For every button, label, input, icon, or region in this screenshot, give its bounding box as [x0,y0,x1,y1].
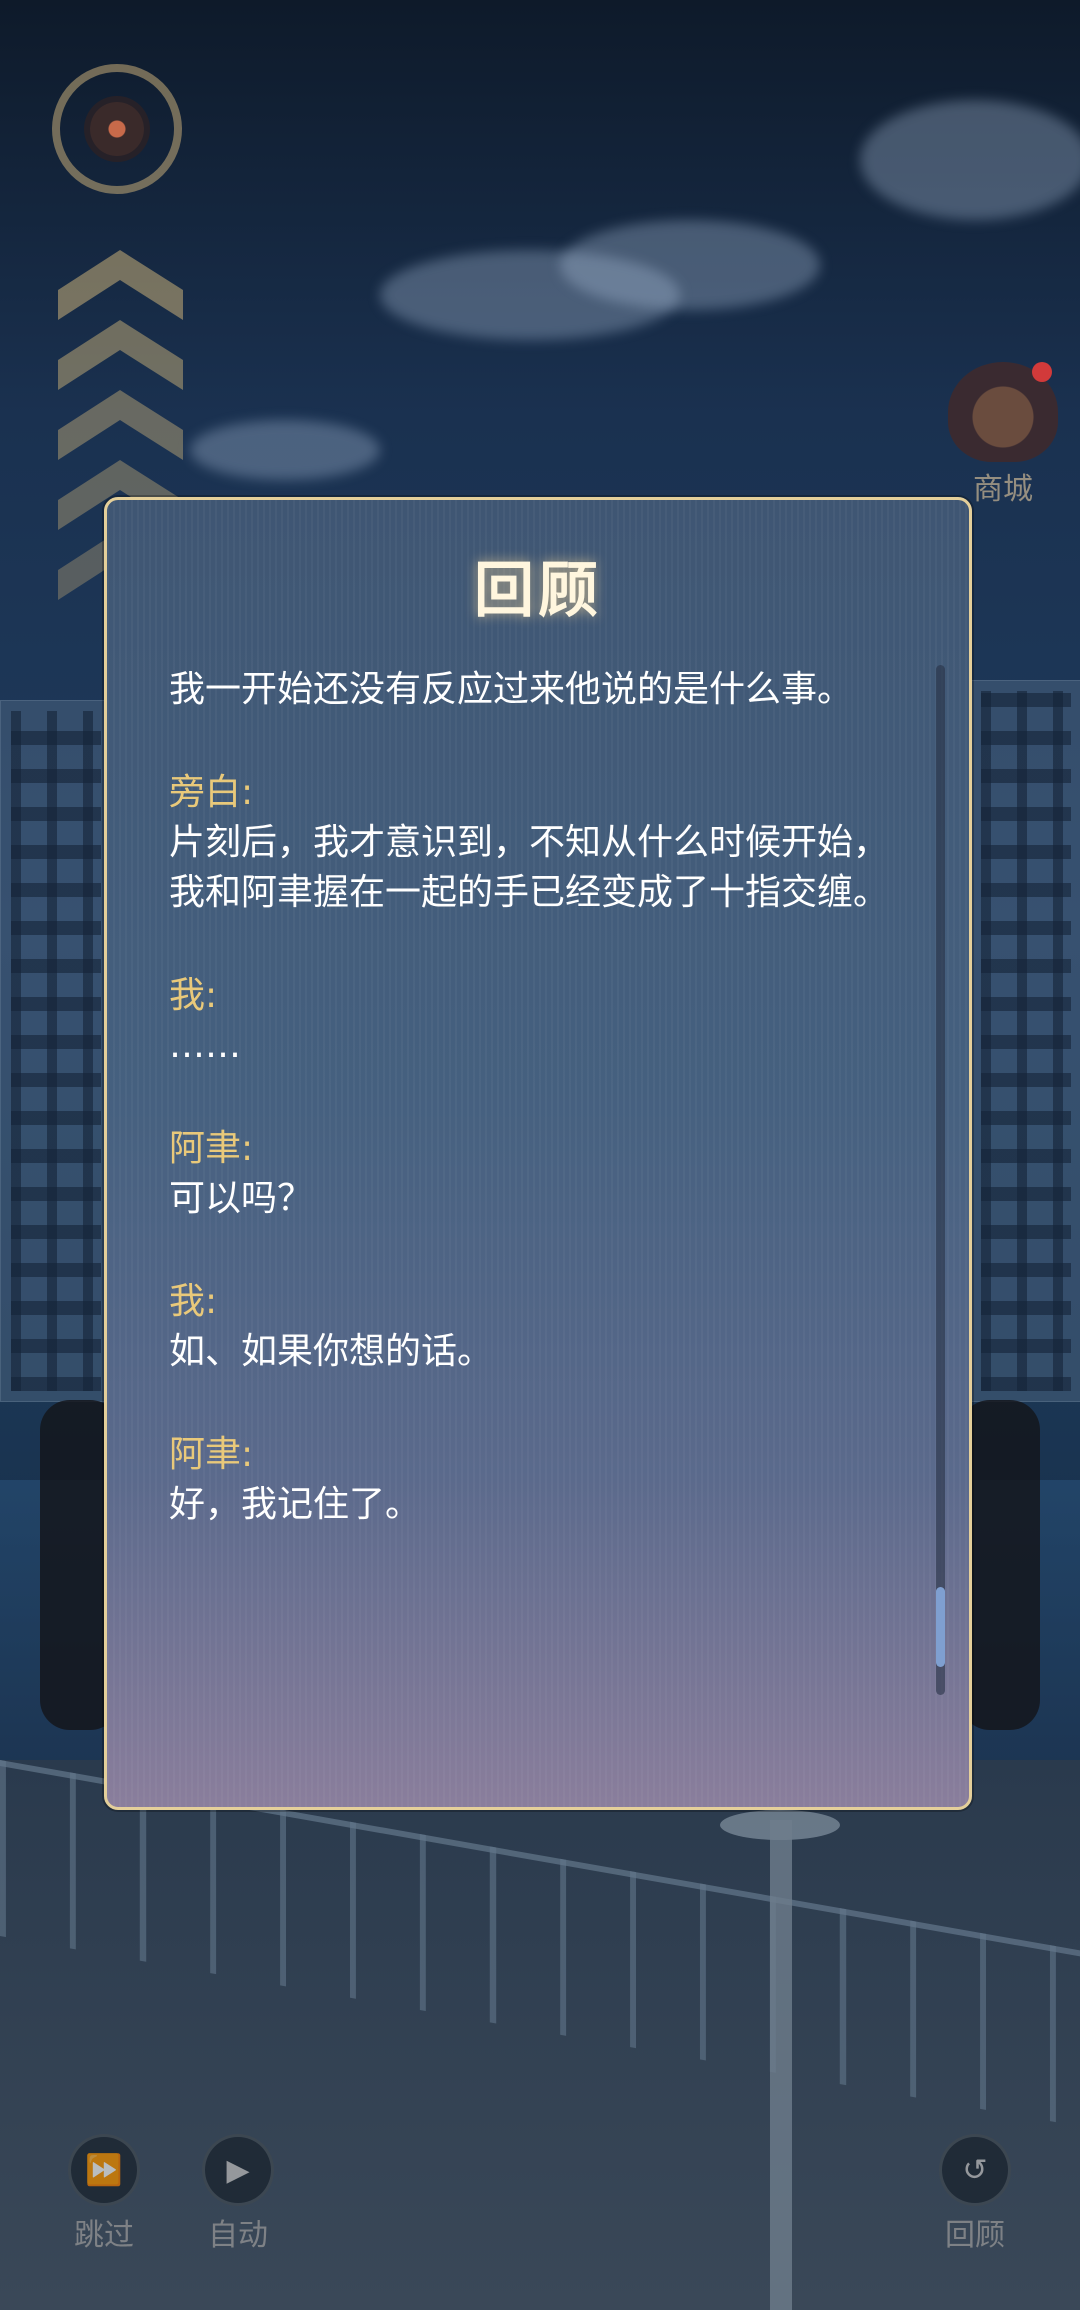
cloud [860,100,1080,220]
auto-button[interactable]: ▶ 自动 [178,2134,298,2254]
fast-forward-icon: ⏩ [68,2134,140,2206]
building-left [0,700,112,1402]
street-lamp [770,1820,792,2310]
entry-speaker: 阿聿: [169,1128,254,1169]
log-entry: 阿聿: 可以吗？ [169,1124,889,1224]
entry-text: 可以吗？ [169,1178,314,1219]
chevron-up-icon [58,390,183,460]
side-frame-right [960,1400,1040,1730]
entry-text: …… [169,1025,241,1066]
log-entry: 阿聿: 好，我记住了。 [169,1430,889,1530]
notification-dot [1032,362,1052,382]
log-entry: 我: 如、如果你想的话。 [169,1277,889,1377]
entry-text: 如、如果你想的话。 [169,1331,494,1372]
chevron-up-icon [58,250,183,320]
log-entry: 我: …… [169,971,889,1071]
entry-speaker: 我: [169,1281,218,1322]
dialogue-log[interactable]: 我一开始还没有反应过来他说的是什么事。 旁白: 片刻后，我才意识到，不知从什么时… [169,665,889,1583]
review-label: 回顾 [945,2218,1005,2253]
shop-button[interactable]: 商城 [944,362,1062,508]
review-button[interactable]: ↺ 回顾 [915,2134,1035,2254]
entry-speaker: 旁白: [169,772,254,813]
entry-speaker: 阿聿: [169,1434,254,1475]
log-entry: 旁白: 片刻后，我才意识到，不知从什么时候开始，我和阿聿握在一起的手已经变成了十… [169,768,889,918]
entry-text: 片刻后，我才意识到，不知从什么时候开始，我和阿聿握在一起的手已经变成了十指交缠。 [169,822,890,913]
auto-label: 自动 [208,2218,268,2253]
panel-title: 回顾 [474,556,602,626]
eye-menu-icon[interactable] [52,64,182,194]
skip-button[interactable]: ⏩ 跳过 [44,2134,164,2254]
cloud [560,220,820,310]
building-right [970,680,1080,1402]
shop-avatar-icon [948,362,1058,462]
eye-pupil-icon [84,96,150,162]
scroll-thumb[interactable] [936,1587,945,1667]
skip-label: 跳过 [74,2218,134,2253]
entry-text: 我一开始还没有反应过来他说的是什么事。 [169,669,854,710]
scrollbar[interactable] [936,665,945,1695]
chevron-up-icon [58,320,183,390]
entry-speaker: 我: [169,975,218,1016]
rewind-icon: ↺ [939,2134,1011,2206]
cloud [190,420,380,480]
play-icon: ▶ [202,2134,274,2206]
log-entry: 我一开始还没有反应过来他说的是什么事。 [169,665,889,715]
entry-text: 好，我记住了。 [169,1484,422,1525]
review-panel[interactable]: 回顾 我一开始还没有反应过来他说的是什么事。 旁白: 片刻后，我才意识到，不知从… [104,497,972,1810]
